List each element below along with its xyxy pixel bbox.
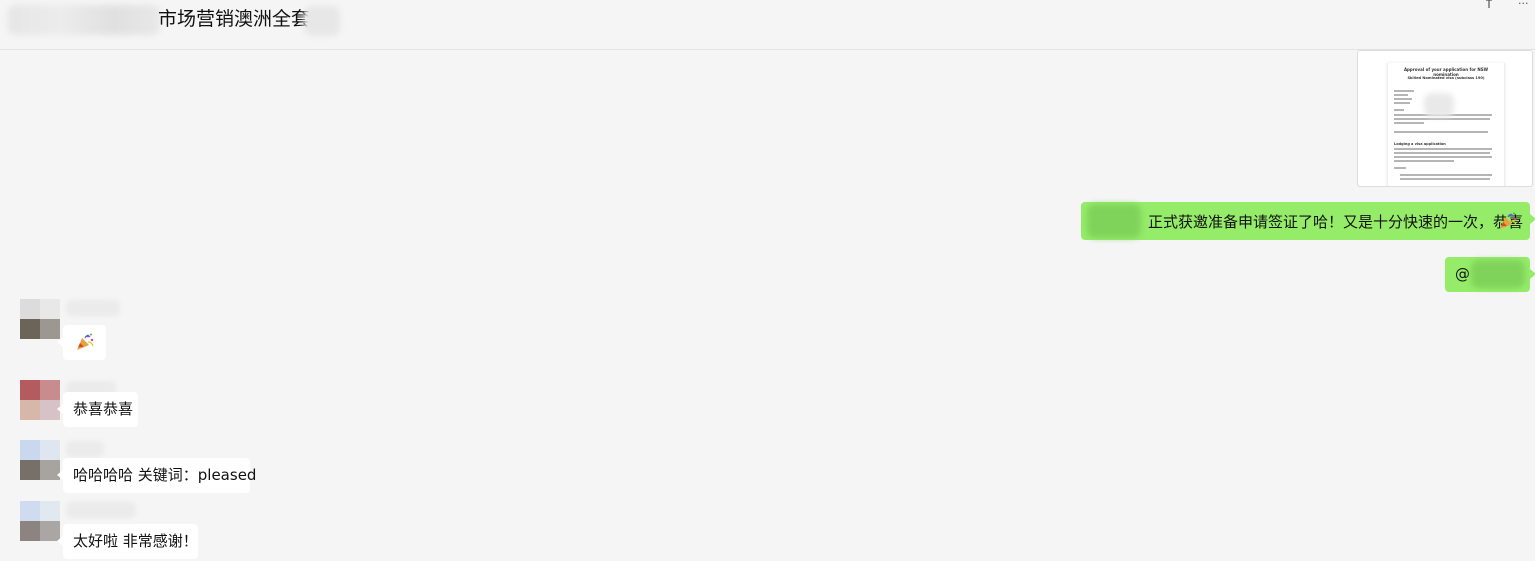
chat-window: 市场营销澳洲全套 ··· Approval of your applicatio… [0, 0, 1535, 561]
other-message[interactable]: 哈哈哈哈 关键词：pleased [57, 458, 256, 493]
document-line [1400, 178, 1490, 180]
message-text: 恭喜恭喜 [73, 400, 134, 418]
self-message[interactable]: 正式获邀准备申请签证了哈！又是十分快速的一次，恭喜 [1081, 202, 1535, 240]
other-message[interactable]: 恭喜恭喜 [57, 392, 138, 427]
sender-name-redacted [66, 441, 104, 457]
document-line [1400, 174, 1492, 176]
document-subtitle: Skilled Nominated visa (subclass 190) [1407, 76, 1485, 80]
pin-icon[interactable] [1483, 0, 1495, 8]
sender-name-redacted [66, 300, 120, 316]
avatar[interactable] [20, 380, 60, 420]
document-line [1394, 152, 1490, 154]
document-preview: Approval of your application for NSW nom… [1387, 63, 1505, 186]
sender-name-redacted [66, 502, 136, 518]
chat-title: 市场营销澳洲全套 [158, 8, 311, 30]
document-line [1394, 148, 1492, 150]
other-message[interactable] [57, 325, 106, 360]
avatar[interactable] [20, 440, 60, 480]
chat-header: 市场营销澳洲全套 ··· [0, 0, 1535, 50]
title-redacted [8, 5, 160, 35]
more-icon[interactable]: ··· [1518, 0, 1532, 9]
message-text: 正式获邀准备申请签证了哈！又是十分快速的一次，恭喜 [1148, 213, 1524, 231]
document-line [1394, 94, 1408, 96]
message-text: 哈哈哈哈 关键词：pleased [73, 466, 257, 484]
avatar[interactable] [20, 501, 60, 541]
document-line [1394, 156, 1492, 158]
document-line [1394, 167, 1406, 169]
message-text: @ [1455, 265, 1470, 283]
document-line [1394, 90, 1414, 92]
mention-redacted [1087, 204, 1141, 238]
document-line [1394, 131, 1488, 133]
mention-redacted [1471, 260, 1525, 288]
document-heading: Lodging a visa application [1394, 142, 1446, 146]
document-line [1394, 122, 1424, 124]
document-line [1394, 118, 1490, 120]
document-line [1394, 109, 1404, 111]
other-message[interactable]: 太好啦 非常感谢！ [57, 524, 198, 559]
message-text: 太好啦 非常感谢！ [73, 532, 198, 550]
document-redacted [1424, 93, 1454, 117]
party-popper-icon [77, 333, 94, 350]
avatar[interactable] [20, 299, 60, 339]
party-popper-icon [1500, 212, 1517, 229]
self-message[interactable]: @ [1445, 257, 1535, 292]
image-message[interactable]: Approval of your application for NSW nom… [1357, 50, 1533, 187]
title-redacted-tail [304, 6, 340, 36]
document-line [1394, 160, 1454, 162]
document-line [1394, 98, 1412, 100]
document-line [1394, 102, 1410, 104]
